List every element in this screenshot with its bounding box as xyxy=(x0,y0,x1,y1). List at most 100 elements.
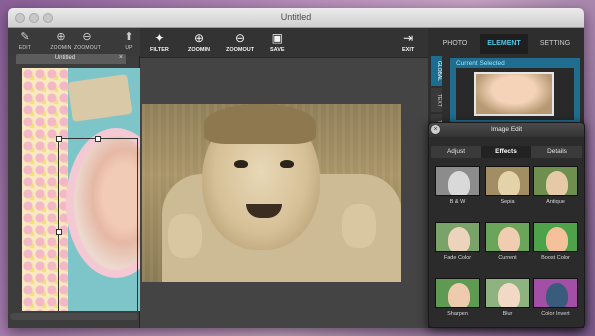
effect-thumbnail-face xyxy=(448,171,470,195)
zoomin-label: ZOOMIN xyxy=(188,47,210,53)
exit-button[interactable]: ⇥ EXIT xyxy=(402,31,415,54)
effect-tile[interactable]: Boost Color xyxy=(533,222,578,261)
tab-adjust[interactable]: Adjust xyxy=(431,146,481,158)
selection-box[interactable] xyxy=(56,136,138,311)
image-edit-title: Image Edit xyxy=(490,126,523,133)
zoomout-button[interactable]: ⊖ ZOOMOUT xyxy=(226,31,255,54)
effect-label: Antique xyxy=(546,199,565,205)
floppy-disk-icon: ▣ xyxy=(271,31,283,45)
effect-thumbnail-face xyxy=(498,171,520,195)
baby-hair xyxy=(204,104,316,144)
effect-label: Blur xyxy=(502,311,513,317)
save-button[interactable]: ▣ SAVE xyxy=(270,31,285,54)
arrow-up-icon: ⬆ xyxy=(124,31,134,43)
effect-thumbnail-face xyxy=(498,227,520,251)
tab-close-icon[interactable]: × xyxy=(119,54,123,61)
filter-button[interactable]: ✦ FILTER xyxy=(150,31,169,54)
effect-tile[interactable]: B & W xyxy=(435,166,480,205)
up-button[interactable]: ⬆ UP xyxy=(116,31,142,51)
resize-handle[interactable] xyxy=(95,136,101,142)
label-tag xyxy=(67,74,133,122)
current-selected-label: Current Selected xyxy=(456,60,505,67)
tab-photo[interactable]: PHOTO xyxy=(432,34,478,54)
editor-toolbar: ✦ FILTER ⊕ ZOOMIN ⊖ ZOOMOUT ▣ SAVE ⇥ EXI… xyxy=(140,28,428,58)
effect-thumbnail xyxy=(485,222,530,252)
current-selected-preview xyxy=(456,68,574,120)
effect-thumbnail xyxy=(435,222,480,252)
magic-wand-icon: ✦ xyxy=(154,31,165,45)
preview-photo xyxy=(474,72,554,116)
left-toolbar: ✎ EDIT ⊕ ZOOMIN ⊖ ZOOMOUT ⬆ UP xyxy=(8,28,140,56)
zoomin-button[interactable]: ⊕ ZOOMIN xyxy=(188,32,210,54)
tab-details[interactable]: Details xyxy=(532,146,582,158)
effect-thumbnail-face xyxy=(448,283,470,307)
side-tab-text[interactable]: TEXT xyxy=(431,88,442,112)
left-zoomin-button[interactable]: ⊕ ZOOMIN xyxy=(48,31,74,51)
zoom-in-icon: ⊕ xyxy=(56,31,66,43)
effect-tile[interactable]: Color Invert xyxy=(533,278,578,317)
title-bar: Untitled xyxy=(8,8,584,28)
zoom-out-icon: ⊖ xyxy=(82,31,92,43)
document-tab-label: Untitled xyxy=(54,55,76,61)
properties-tabs: PHOTO ELEMENT SETTING xyxy=(432,34,582,54)
left-thumbnail-panel: ✎ EDIT ⊕ ZOOMIN ⊖ ZOOMOUT ⬆ UP Untitled … xyxy=(8,28,140,328)
side-tab-global[interactable]: GLOBAL xyxy=(431,56,442,86)
resize-handle[interactable] xyxy=(56,136,62,142)
effect-tile[interactable]: Sepia xyxy=(485,166,530,205)
effect-tile[interactable]: Blur xyxy=(485,278,530,317)
effect-thumbnail xyxy=(533,166,578,196)
up-label: UP xyxy=(125,45,133,51)
effect-label: B & W xyxy=(449,199,466,205)
effect-tile[interactable]: Sharpen xyxy=(435,278,480,317)
baby-hand xyxy=(168,214,202,258)
effect-tile[interactable]: Current xyxy=(485,222,530,261)
effect-thumbnail-face xyxy=(546,283,568,307)
left-zoomout-button[interactable]: ⊖ ZOOMOUT xyxy=(74,31,101,51)
edited-photo[interactable] xyxy=(142,104,401,282)
effect-thumbnail xyxy=(485,166,530,196)
effect-label: Sepia xyxy=(500,199,515,205)
edit-label: EDIT xyxy=(18,45,32,51)
effect-label: Current xyxy=(498,255,517,261)
effect-thumbnail-face xyxy=(546,227,568,251)
effect-thumbnail xyxy=(533,222,578,252)
editor-area: ✦ FILTER ⊕ ZOOMIN ⊖ ZOOMOUT ▣ SAVE ⇥ EXI… xyxy=(140,28,428,328)
zoomout-label: ZOOMOUT xyxy=(226,47,255,53)
tab-element[interactable]: ELEMENT xyxy=(480,34,528,54)
resize-handle[interactable] xyxy=(56,229,62,235)
baby-hand xyxy=(342,204,376,248)
eye xyxy=(280,160,294,168)
exit-label: EXIT xyxy=(402,47,415,53)
effect-label: Color Invert xyxy=(541,311,570,317)
effect-label: Sharpen xyxy=(447,311,468,317)
save-label: SAVE xyxy=(270,47,285,53)
edit-button[interactable]: ✎ EDIT xyxy=(12,31,38,51)
zoom-out-icon: ⊖ xyxy=(235,31,246,45)
effect-thumbnail-face xyxy=(546,171,568,195)
horizontal-scrollbar[interactable] xyxy=(10,313,138,320)
effect-thumbnail xyxy=(485,278,530,308)
tab-setting[interactable]: SETTING xyxy=(530,34,580,54)
scrapbook-canvas[interactable] xyxy=(22,68,140,311)
current-selected-box: Current Selected xyxy=(450,58,580,122)
effect-tile[interactable]: Fade Color xyxy=(435,222,480,261)
pencil-icon: ✎ xyxy=(20,31,30,43)
effect-thumbnail xyxy=(435,278,480,308)
window-title: Untitled xyxy=(280,12,312,22)
editor-bottom-area xyxy=(140,283,428,328)
image-edit-panel: × Image Edit Adjust Effects Details B & … xyxy=(428,122,585,328)
image-edit-header: × Image Edit xyxy=(429,123,584,137)
effect-label: Fade Color xyxy=(443,255,472,261)
eye xyxy=(234,160,248,168)
tab-effects[interactable]: Effects xyxy=(481,146,531,158)
effect-thumbnail xyxy=(533,278,578,308)
image-edit-tabs: Adjust Effects Details xyxy=(431,146,582,158)
document-tab[interactable]: Untitled × xyxy=(16,54,126,64)
effect-tile[interactable]: Antique xyxy=(533,166,578,205)
effect-thumbnail-face xyxy=(498,283,520,307)
zoomin-label: ZOOMIN xyxy=(50,45,72,51)
zoomout-label: ZOOMOUT xyxy=(74,45,101,51)
effect-thumbnail-face xyxy=(448,227,470,251)
exit-icon: ⇥ xyxy=(403,31,414,45)
effect-thumbnail xyxy=(435,166,480,196)
